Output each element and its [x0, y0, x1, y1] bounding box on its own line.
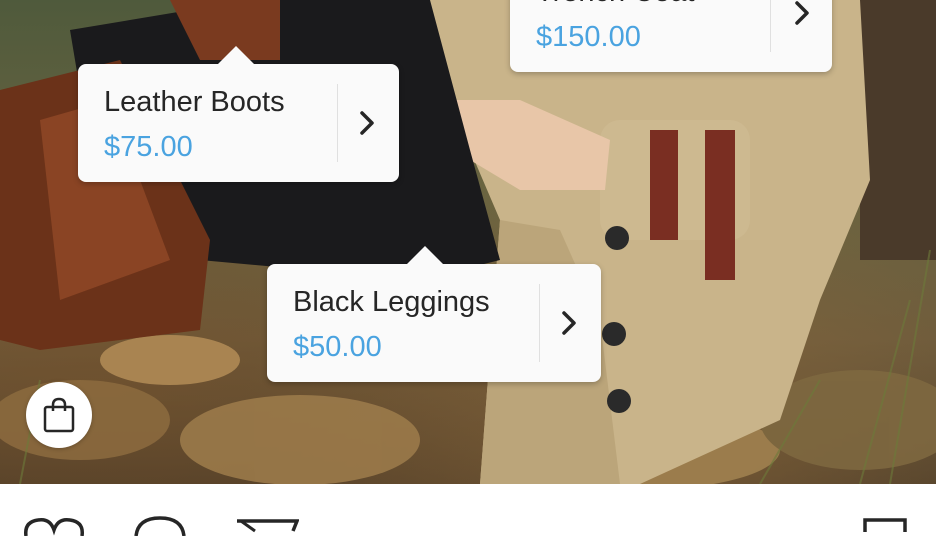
heart-icon[interactable]	[22, 516, 86, 536]
product-price: $75.00	[104, 131, 193, 163]
shopping-bag-button[interactable]	[26, 382, 92, 448]
bookmark-icon[interactable]	[862, 518, 908, 532]
chevron-right-icon[interactable]	[772, 0, 832, 72]
chevron-right-icon[interactable]	[337, 64, 397, 182]
product-price: $150.00	[536, 21, 641, 53]
shopping-bag-icon	[43, 397, 75, 433]
product-tag-leather-boots[interactable]: Leather Boots $75.00	[78, 46, 399, 182]
post-action-bar	[0, 484, 936, 536]
divider	[770, 0, 771, 52]
product-name: Trench Coat	[536, 0, 695, 9]
product-price: $50.00	[293, 331, 382, 363]
product-name: Leather Boots	[104, 86, 285, 118]
product-name: Black Leggings	[293, 286, 490, 318]
share-icon[interactable]	[235, 519, 299, 533]
product-tag-black-leggings[interactable]: Black Leggings $50.00	[267, 246, 601, 382]
chevron-right-icon[interactable]	[539, 264, 599, 382]
comment-icon[interactable]	[132, 516, 188, 536]
product-tag-trench-coat[interactable]: Trench Coat $150.00	[510, 0, 832, 72]
